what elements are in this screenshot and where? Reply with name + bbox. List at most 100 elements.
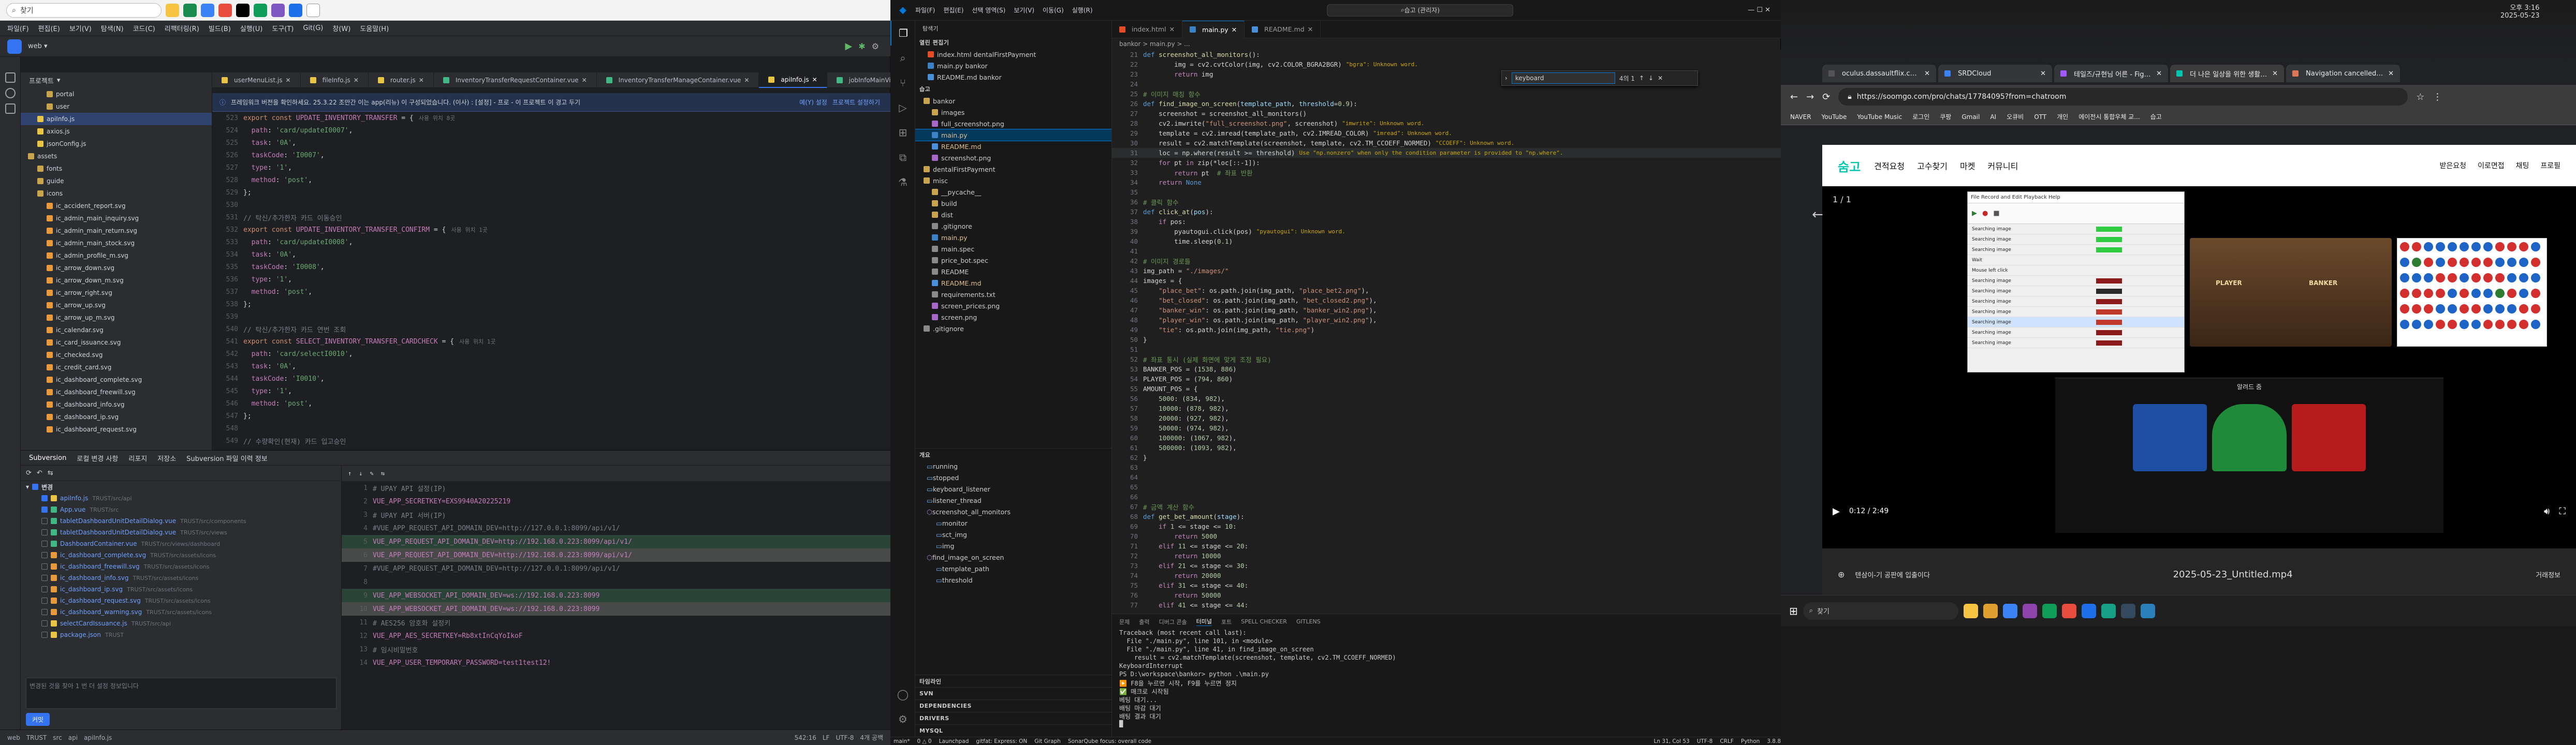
changed-file-row[interactable]: package.json TRUST xyxy=(21,629,341,640)
tree-item[interactable]: bankor xyxy=(915,95,1111,107)
outline-item[interactable]: ▭ listener_thread xyxy=(915,495,1111,506)
lint-warning[interactable]: "imwrite": Unknown word. xyxy=(1342,120,1424,127)
bookmark-item[interactable]: NAVER xyxy=(1790,113,1811,121)
lint-warning[interactable]: "pyautogui": Unknown word. xyxy=(1256,228,1345,235)
menu-item[interactable]: 빌드(B) xyxy=(209,23,231,33)
tree-item[interactable]: price_bot.spec xyxy=(915,255,1111,266)
status-item[interactable]: web xyxy=(7,734,20,741)
project-badge-icon[interactable] xyxy=(7,39,22,54)
outline-item[interactable]: ▭ img xyxy=(915,540,1111,552)
status-item[interactable]: TRUST xyxy=(26,734,47,741)
tree-item[interactable]: axios.js xyxy=(21,125,212,138)
folder-icon[interactable] xyxy=(1983,603,1998,618)
site-nav-item[interactable]: 고수찾기 xyxy=(1917,159,1948,172)
app-icon[interactable] xyxy=(218,3,232,17)
browser-tab[interactable]: 더 나은 일상을 위한 생활의 기 ✕ xyxy=(2170,65,2284,82)
open-editor-item[interactable]: index.html dentalFirstPayment xyxy=(915,49,1111,60)
app-icon[interactable] xyxy=(2140,603,2155,618)
tree-item[interactable]: misc xyxy=(915,175,1111,186)
status-item[interactable]: 0 △ 0 xyxy=(917,738,932,744)
chevron-right-icon[interactable]: › xyxy=(1505,74,1507,82)
close-icon[interactable]: ✕ xyxy=(812,76,817,83)
app-icon[interactable] xyxy=(201,3,214,17)
editor-tab[interactable]: index.html ✕ xyxy=(1112,20,1183,38)
app-icon[interactable] xyxy=(1963,603,1978,618)
browser-tab[interactable]: oculus.dassaultflix.com ✕ xyxy=(1822,65,1936,82)
usage-hint[interactable]: 사용 위치 8곳 xyxy=(419,114,455,122)
file-checkbox[interactable] xyxy=(41,552,48,558)
commit-button[interactable]: 커밋 xyxy=(26,713,50,726)
status-item[interactable]: Launchpad xyxy=(939,738,969,744)
site-user-nav-item[interactable]: 채팅 xyxy=(2516,160,2529,171)
menu-item[interactable]: 창(W) xyxy=(332,23,350,33)
editor-tab[interactable]: router.js ✕ xyxy=(369,72,434,88)
python-editor[interactable]: 21 def screenshot_all_monitors(): 22 img =… xyxy=(1112,50,1781,614)
tree-item[interactable]: ic_dashboard_request.svg xyxy=(21,423,212,436)
tree-item[interactable]: apiInfo.js xyxy=(21,113,212,125)
bookmark-item[interactable]: 쿠팡 xyxy=(1940,112,1951,121)
file-checkbox[interactable] xyxy=(41,586,48,592)
site-logo[interactable]: 숨고 xyxy=(1838,157,1861,175)
site-nav-item[interactable]: 마켓 xyxy=(1960,159,1975,172)
panel-tab[interactable]: 디버그 콘솔 xyxy=(1159,618,1187,626)
close-icon[interactable]: ✕ xyxy=(744,77,749,84)
tree-item[interactable]: ic_admin_profile_m.svg xyxy=(21,249,212,262)
close-icon[interactable]: ✕ xyxy=(286,77,291,84)
undo-icon[interactable]: ↶ xyxy=(37,469,42,477)
bookmark-item[interactable]: YouTube xyxy=(1822,113,1847,121)
menu-item[interactable]: 코드(C) xyxy=(133,23,155,33)
outline-item[interactable]: ▭ threshold xyxy=(915,574,1111,586)
outline-item[interactable]: ▭ template_path xyxy=(915,563,1111,574)
tree-item[interactable]: ic_admin_main_inquiry.svg xyxy=(21,212,212,225)
close-icon[interactable]: ✕ xyxy=(582,77,587,84)
app-icon[interactable] xyxy=(2061,603,2076,618)
tree-item[interactable]: ic_dashboard_info.svg xyxy=(21,398,212,411)
editor-tab[interactable]: fileInfo.js ✕ xyxy=(301,72,369,88)
editor-tab[interactable]: apiInfo.js ✕ xyxy=(759,72,827,88)
status-item[interactable]: 4개 공백 xyxy=(860,733,883,742)
menu-item[interactable]: 도움말(H) xyxy=(360,23,389,33)
editor-tab[interactable]: userMenuList.js ✕ xyxy=(212,72,301,88)
tree-item[interactable]: assets xyxy=(21,150,212,162)
changed-file-row[interactable]: selectCardIssuance.js TRUST/src/api xyxy=(21,618,341,629)
app-icon[interactable] xyxy=(271,3,285,17)
status-item[interactable]: SonarQube focus: overall code xyxy=(1068,738,1151,744)
close-icon[interactable]: ✕ xyxy=(1658,74,1663,82)
app-icon[interactable] xyxy=(2002,603,2017,618)
menu-item[interactable]: 탐색(N) xyxy=(101,23,124,33)
menu-item[interactable]: 보기(V) xyxy=(69,23,92,33)
diff-toolbar-icon[interactable]: ↑ xyxy=(348,470,352,477)
menu-item[interactable]: 파일(F) xyxy=(7,23,29,33)
tree-item[interactable]: ic_arrow_down.svg xyxy=(21,262,212,274)
debug-icon[interactable]: ✱ xyxy=(858,41,865,51)
bookmark-item[interactable]: 로그인 xyxy=(1912,112,1929,121)
panel-tab[interactable]: GITLENS xyxy=(1296,618,1321,625)
star-icon[interactable]: ☆ xyxy=(2416,92,2424,102)
play-icon[interactable]: ▶ xyxy=(1833,506,1840,517)
editor-tab[interactable]: README.md ✕ xyxy=(1245,20,1321,38)
testing-icon[interactable]: ⚗ xyxy=(890,170,915,195)
tree-item[interactable]: icons xyxy=(21,187,212,200)
tree-item[interactable]: fonts xyxy=(21,162,212,175)
file-checkbox[interactable] xyxy=(41,575,48,581)
vscode-icon[interactable] xyxy=(289,3,302,17)
open-editors-header[interactable]: 열린 편집기 xyxy=(915,36,1111,49)
menu-item[interactable]: 편집(E) xyxy=(38,23,60,33)
tree-item[interactable]: user xyxy=(21,100,212,113)
panel-tab[interactable]: 포트 xyxy=(1221,618,1232,626)
diff-toolbar-icon[interactable]: ⇆ xyxy=(381,470,385,477)
windows-start-icon[interactable]: ⊞ xyxy=(1789,605,1798,617)
tree-item[interactable]: requirements.txt xyxy=(915,289,1111,300)
remote-icon[interactable]: ⧉ xyxy=(890,145,915,170)
site-user-nav-item[interactable]: 받은요청 xyxy=(2440,160,2467,171)
sidebar-section-header[interactable]: SVN xyxy=(915,687,1111,699)
outline-item[interactable]: ⬡ find_image_on_screen xyxy=(915,552,1111,563)
usage-hint[interactable]: 사용 위치 1곳 xyxy=(459,337,495,346)
changed-file-row[interactable]: ic_dashboard_freewill.svg TRUST/src/asset… xyxy=(21,561,341,572)
app-icon[interactable] xyxy=(2120,603,2135,618)
bookmark-item[interactable]: Gmail xyxy=(1962,113,1980,121)
diff-icon[interactable]: ⇆ xyxy=(48,469,53,477)
run-debug-icon[interactable]: ▷ xyxy=(890,95,915,120)
changed-file-row[interactable]: ic_dashboard_info.svg TRUST/src/assets/ic… xyxy=(21,572,341,584)
tree-item[interactable]: ic_accident_report.svg xyxy=(21,200,212,212)
